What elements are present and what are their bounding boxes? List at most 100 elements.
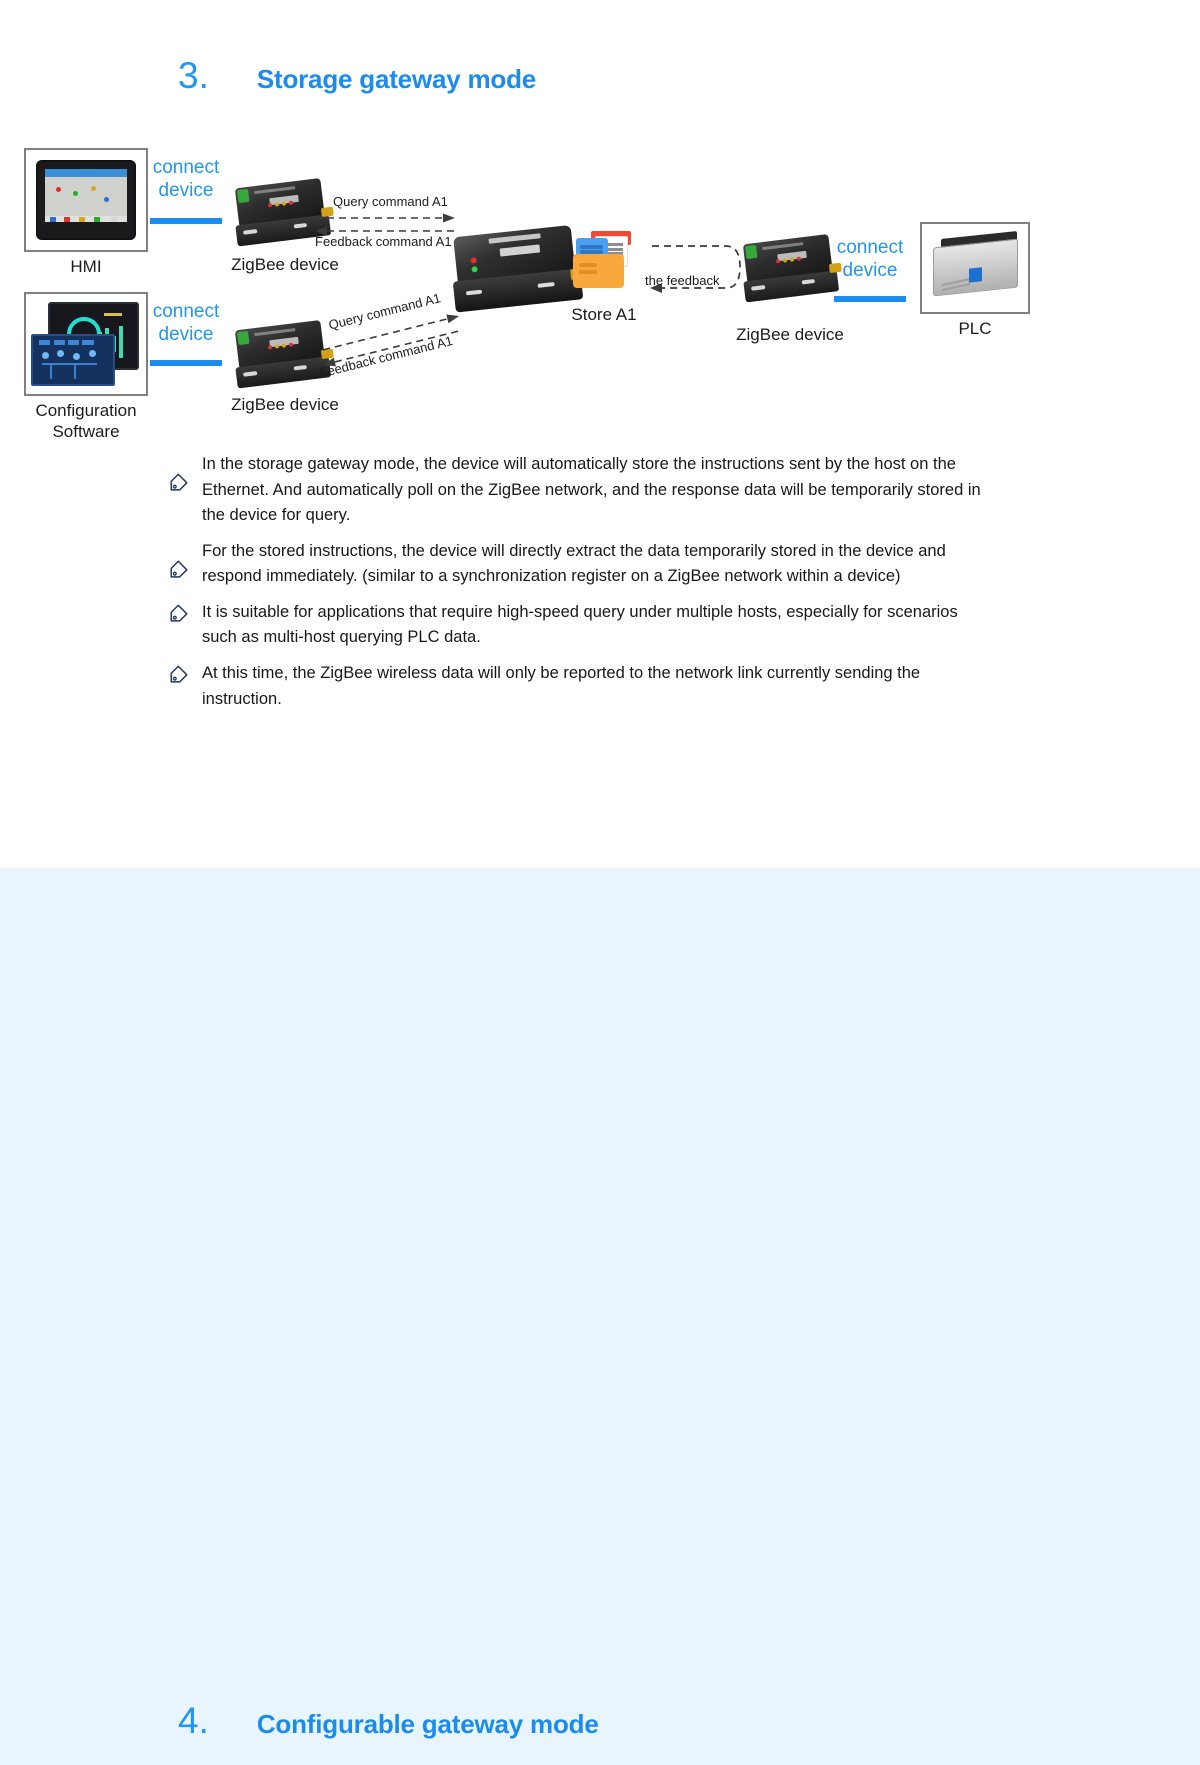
bullet-text: At this time, the ZigBee wireless data w… bbox=[202, 663, 921, 708]
store-folder-icon bbox=[572, 230, 636, 292]
connect-line-software bbox=[150, 360, 222, 366]
dtu-led bbox=[267, 203, 273, 208]
tag-icon bbox=[168, 472, 190, 494]
dtu-led bbox=[274, 344, 280, 349]
plc-caption: PLC bbox=[958, 319, 992, 338]
config-node bbox=[72, 353, 80, 361]
connect-line-hmi bbox=[150, 218, 222, 224]
hmi-toolbar-button bbox=[110, 216, 117, 222]
arrow-the-feedback-loop bbox=[640, 236, 746, 298]
flow-label-the-feedback: the feedback bbox=[645, 273, 720, 288]
dtu-silkscreen bbox=[762, 242, 804, 250]
config-node bbox=[88, 350, 96, 358]
store-a1-caption: Store A1 bbox=[571, 305, 637, 324]
gateway-logo bbox=[499, 244, 541, 257]
dtu-led bbox=[789, 257, 794, 262]
tag-icon-svg bbox=[170, 604, 188, 622]
arrow-loop-dashed bbox=[650, 245, 741, 293]
hmi-image-box bbox=[24, 148, 148, 252]
dtu-mount-slot bbox=[293, 222, 308, 229]
dtu-silkscreen bbox=[254, 186, 296, 194]
folder-line bbox=[579, 263, 597, 268]
zigbee-device-graphic-3 bbox=[736, 228, 842, 307]
dtu-mount-slot bbox=[293, 364, 308, 371]
dtu-mount-slot bbox=[751, 284, 765, 291]
gateway-mount-slot bbox=[537, 282, 555, 288]
dtu-mount-slot bbox=[801, 278, 816, 285]
dtu-led bbox=[796, 256, 801, 261]
dtu-led bbox=[274, 202, 280, 207]
flow-label-feedback-a1-top: Feedback command A1 bbox=[315, 234, 452, 249]
tag-icon-svg bbox=[170, 560, 188, 578]
hmi-body bbox=[44, 177, 128, 222]
plc-image-box bbox=[920, 222, 1030, 314]
dtu-led bbox=[775, 259, 781, 264]
section-storage-gateway-mode: 3. Storage gateway mode HMI connect devi… bbox=[0, 0, 1200, 868]
gateway-led-power bbox=[470, 256, 478, 264]
config-connector bbox=[74, 362, 77, 379]
diagram-storage-gateway: HMI connect device ZigBee device Query c… bbox=[0, 0, 1200, 442]
tag-icon-svg bbox=[170, 473, 188, 491]
dtu-led bbox=[288, 200, 293, 205]
dtu-led bbox=[281, 343, 286, 348]
bullet-text: For the stored instructions, the device … bbox=[202, 541, 946, 586]
section-4-heading: 4. Configurable gateway mode bbox=[178, 1700, 599, 1742]
config-connector bbox=[50, 362, 53, 379]
config-node bbox=[56, 350, 64, 358]
config-node bbox=[42, 352, 50, 360]
config-tab bbox=[82, 339, 94, 345]
folder-front bbox=[573, 253, 625, 289]
bullet-text: It is suitable for applications that req… bbox=[202, 602, 958, 647]
hmi-titlebar bbox=[44, 168, 128, 178]
page-root: 3. Storage gateway mode HMI connect devi… bbox=[0, 0, 1200, 1765]
hmi-caption: HMI bbox=[70, 257, 102, 276]
bullet-item: For the stored instructions, the device … bbox=[168, 539, 988, 590]
dtu-led bbox=[288, 342, 293, 347]
tag-icon bbox=[168, 559, 190, 581]
tag-icon bbox=[168, 664, 190, 686]
config-tab bbox=[67, 339, 80, 345]
section-4-number: 4. bbox=[178, 1700, 209, 1741]
hmi-bottom-toolbar bbox=[44, 215, 128, 222]
bullet-item: At this time, the ZigBee wireless data w… bbox=[168, 661, 988, 712]
connect-device-label-hmi: connect device bbox=[152, 157, 220, 202]
config-software-caption: Configuration Software bbox=[35, 401, 137, 442]
hmi-indicator bbox=[72, 190, 78, 196]
zigbee-device-graphic-2 bbox=[228, 314, 334, 393]
gateway-led-link bbox=[471, 266, 479, 273]
dtu-led bbox=[281, 201, 286, 206]
config-tab bbox=[53, 339, 65, 345]
config-bar bbox=[103, 312, 122, 316]
dtu-silkscreen bbox=[254, 328, 296, 336]
config-software-window-front bbox=[30, 334, 115, 386]
gateway-mount-slot bbox=[465, 290, 483, 296]
hmi-toolbar-button bbox=[79, 216, 86, 222]
gateway-silkscreen-title bbox=[488, 233, 541, 244]
dtu-led bbox=[267, 345, 273, 350]
zigbee-device-caption-3: ZigBee device bbox=[736, 325, 844, 344]
connect-device-label-plc: connect device bbox=[836, 237, 904, 282]
bullet-text: In the storage gateway mode, the device … bbox=[202, 455, 981, 525]
section-configurable-gateway-mode: 4. Configurable gateway mode bbox=[0, 868, 1200, 1765]
hmi-indicator bbox=[90, 186, 96, 192]
hmi-toolbar-button bbox=[94, 216, 101, 222]
tag-icon-svg bbox=[170, 665, 188, 683]
flow-label-query-a1-top: Query command A1 bbox=[333, 194, 448, 209]
zigbee-device-caption-1: ZigBee device bbox=[231, 255, 339, 274]
hmi-toolbar-button bbox=[64, 216, 71, 222]
dtu-terminal-block bbox=[744, 244, 758, 259]
hmi-device-graphic bbox=[35, 160, 137, 240]
storage-mode-bullet-list: In the storage gateway mode, the device … bbox=[168, 452, 988, 722]
hmi-indicator bbox=[56, 186, 62, 192]
plc-port bbox=[968, 267, 982, 283]
hmi-indicator bbox=[104, 196, 110, 202]
dtu-mount-slot bbox=[243, 370, 257, 377]
config-software-image-box bbox=[24, 292, 148, 396]
dtu-terminal-block bbox=[236, 330, 250, 345]
hmi-toolbar-button bbox=[49, 216, 56, 222]
folder-line bbox=[579, 269, 597, 274]
tag-icon bbox=[168, 603, 190, 625]
bullet-item: It is suitable for applications that req… bbox=[168, 600, 988, 651]
bullet-item: In the storage gateway mode, the device … bbox=[168, 452, 988, 529]
connect-device-label-software: connect device bbox=[152, 301, 220, 346]
